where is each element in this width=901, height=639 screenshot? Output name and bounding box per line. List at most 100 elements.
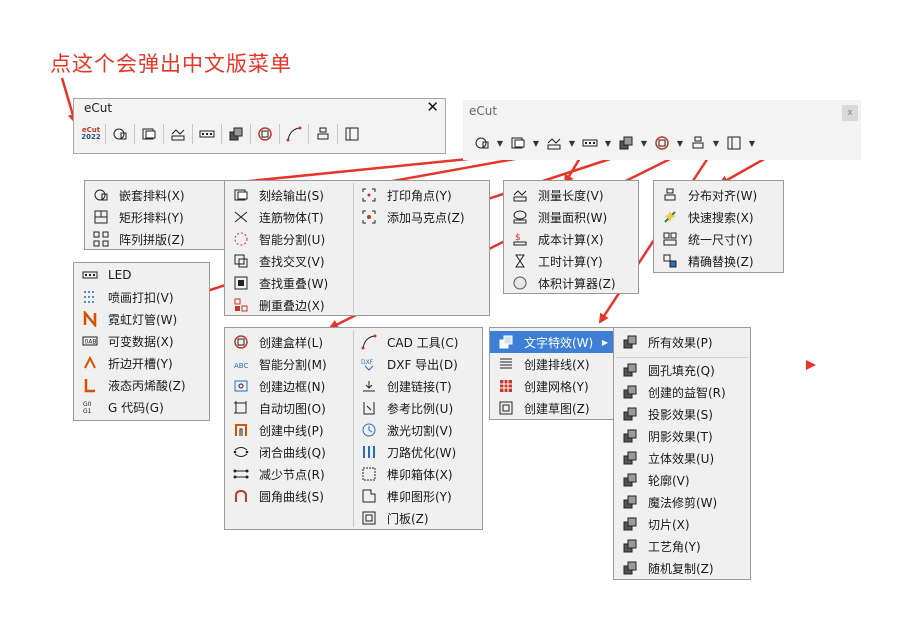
chevron-down-icon[interactable]: ▼ [565, 139, 579, 148]
curve-icon[interactable] [283, 123, 305, 145]
nesting-icon[interactable] [471, 132, 493, 154]
menu-label: 创建链接(T) [387, 379, 452, 394]
menu-label: 嵌套排料(X) [119, 188, 185, 203]
chevron-down-icon[interactable]: ▼ [493, 139, 507, 148]
menu-item-effect[interactable]: 创建的益智(R) [614, 381, 726, 403]
close-icon[interactable]: x [842, 105, 858, 121]
menu-item-mortise-shape[interactable]: 榫卯图形(Y) [353, 485, 452, 507]
menu-item-variable-data[interactable]: 0AB 可变数据(X) [74, 330, 174, 352]
menu-item-acrylic[interactable]: 液态丙烯酸(Z) [74, 374, 186, 396]
menu-item-auto-cut[interactable]: 自动切图(O) [225, 397, 326, 419]
menu-item-grid[interactable]: 创建网格(Y) [490, 375, 589, 397]
menu-item-distribute-align[interactable]: 分布对齐(W) [654, 184, 757, 206]
chevron-down-icon[interactable]: ▼ [529, 139, 543, 148]
effect-icon [622, 362, 638, 378]
small-toolbar: eCut 2022 [80, 123, 363, 145]
menu-label: 圆孔填充(Q) [648, 363, 715, 378]
align-icon[interactable] [687, 132, 709, 154]
menu-item-effect[interactable]: 投影效果(S) [614, 403, 713, 425]
ecut-logo-button[interactable]: eCut 2022 [80, 123, 102, 145]
menu-item-border[interactable]: 创建边框(N) [225, 375, 325, 397]
menu-item-led[interactable]: LED [74, 264, 132, 286]
panel-icon[interactable] [723, 132, 745, 154]
menu-item-nesting[interactable]: 嵌套排料(X) [85, 184, 185, 206]
svg-text:G1: G1 [83, 408, 92, 415]
chevron-down-icon[interactable]: ▼ [709, 139, 723, 148]
menu-item-volume[interactable]: 体积计算器(Z) [504, 272, 616, 294]
measure-icon[interactable] [167, 123, 189, 145]
menu-item-smart-split[interactable]: 智能分割(U) [225, 228, 325, 250]
menu-item-add-mark[interactable]: 添加马克点(Z) [353, 206, 465, 228]
menu-item-effect[interactable]: 魔法修剪(W) [614, 491, 717, 513]
menu-item-effect[interactable]: 切片(X) [614, 513, 690, 535]
menu-item-uniform-size[interactable]: 统一尺寸(Y) [654, 228, 753, 250]
menu-item-effect[interactable]: 工艺角(Y) [614, 535, 701, 557]
menu-item-effect[interactable]: 轮廓(V) [614, 469, 690, 491]
menu-label: 阴影效果(T) [648, 429, 713, 444]
menu-item-work-time[interactable]: 工时计算(Y) [504, 250, 603, 272]
menu-item-rect-nesting[interactable]: 矩形排料(Y) [85, 206, 184, 228]
menu-item-link[interactable]: 创建链接(T) [353, 375, 452, 397]
menu-item-cost[interactable]: $ 成本计算(X) [504, 228, 604, 250]
menu-item-mortise-box[interactable]: 榫卯箱体(X) [353, 463, 453, 485]
led-icon[interactable] [579, 132, 601, 154]
output-icon[interactable] [138, 123, 160, 145]
menu-item-delete-overlap[interactable]: 删重叠边(X) [225, 294, 325, 316]
box-icon[interactable] [254, 123, 276, 145]
menu-item-round-curve[interactable]: 圆角曲线(S) [225, 485, 324, 507]
menu-item-measure-length[interactable]: 测量长度(V) [504, 184, 604, 206]
create-icon[interactable] [225, 123, 247, 145]
menu-item-box[interactable]: 创建盒样(L) [225, 331, 323, 353]
menu-label: 查找交叉(V) [259, 254, 325, 269]
menu-label: 创建网格(Y) [524, 379, 589, 394]
close-icon[interactable]: ✕ [426, 98, 439, 116]
menu-item-spray-buckle[interactable]: 喷画打扣(V) [74, 286, 174, 308]
reduce-nodes-icon [233, 466, 249, 482]
menu-item-hatch[interactable]: 创建排线(X) [490, 353, 590, 375]
menu-item-door[interactable]: 门板(Z) [353, 507, 429, 529]
menu-item-cad-tools[interactable]: CAD 工具(C) [353, 331, 458, 353]
menu-item-all-effects[interactable]: 所有效果(P) [614, 331, 713, 353]
menu-item-reduce-nodes[interactable]: 减少节点(R) [225, 463, 325, 485]
menu-item-effect[interactable]: 立体效果(U) [614, 447, 714, 469]
chevron-down-icon[interactable]: ▼ [673, 139, 687, 148]
chevron-down-icon[interactable]: ▼ [745, 139, 759, 148]
menu-item-neon[interactable]: 霓虹灯管(W) [74, 308, 177, 330]
nesting-icon[interactable] [109, 123, 131, 145]
menu-item-smart-split-2[interactable]: ABC 智能分割(M) [225, 353, 327, 375]
door-icon [361, 510, 377, 526]
menu-item-sketch[interactable]: 创建草图(Z) [490, 397, 590, 419]
scale-icon [361, 400, 377, 416]
menu-item-quick-search[interactable]: 快速搜索(X) [654, 206, 754, 228]
menu-item-bridge[interactable]: 连筋物体(T) [225, 206, 324, 228]
menu-item-path-opt[interactable]: 刀路优化(W) [353, 441, 456, 463]
align-icon[interactable] [312, 123, 334, 145]
menu-item-effect[interactable]: 阴影效果(T) [614, 425, 713, 447]
menu-item-measure-area[interactable]: 测量面积(W) [504, 206, 607, 228]
chevron-down-icon[interactable]: ▼ [637, 139, 651, 148]
menu-item-scale[interactable]: 参考比例(U) [353, 397, 453, 419]
create-icon[interactable] [615, 132, 637, 154]
menu-item-effect[interactable]: 圆孔填充(Q) [614, 359, 715, 381]
menu-item-laser[interactable]: 激光切割(V) [353, 419, 453, 441]
chevron-down-icon[interactable]: ▼ [601, 139, 615, 148]
output-icon[interactable] [507, 132, 529, 154]
align-icon [662, 187, 678, 203]
menu-item-replace[interactable]: 精确替换(Z) [654, 250, 754, 272]
panel-icon[interactable] [341, 123, 363, 145]
menu-item-array[interactable]: 阵列拼版(Z) [85, 228, 185, 250]
box-icon[interactable] [651, 132, 673, 154]
menu-item-engrave-output[interactable]: 刻绘输出(S) [225, 184, 324, 206]
menu-item-close-curve[interactable]: 闭合曲线(Q) [225, 441, 326, 463]
menu-item-dxf-export[interactable]: DXF DXF 导出(D) [353, 353, 458, 375]
menu-item-effect[interactable]: 随机复制(Z) [614, 557, 714, 579]
menu-item-center-line[interactable]: 创建中线(P) [225, 419, 324, 441]
menu-item-find-overlap[interactable]: 查找重叠(W) [225, 272, 328, 294]
measure-icon[interactable] [543, 132, 565, 154]
menu-item-fold-slot[interactable]: 折边开槽(Y) [74, 352, 173, 374]
menu-item-gcode[interactable]: G0 G1 G 代码(G) [74, 396, 164, 418]
menu-item-text-effect[interactable]: 文字特效(W) ▶ [490, 331, 614, 353]
menu-item-find-cross[interactable]: 查找交叉(V) [225, 250, 325, 272]
menu-item-print-corners[interactable]: 打印角点(Y) [353, 184, 452, 206]
led-icon[interactable] [196, 123, 218, 145]
